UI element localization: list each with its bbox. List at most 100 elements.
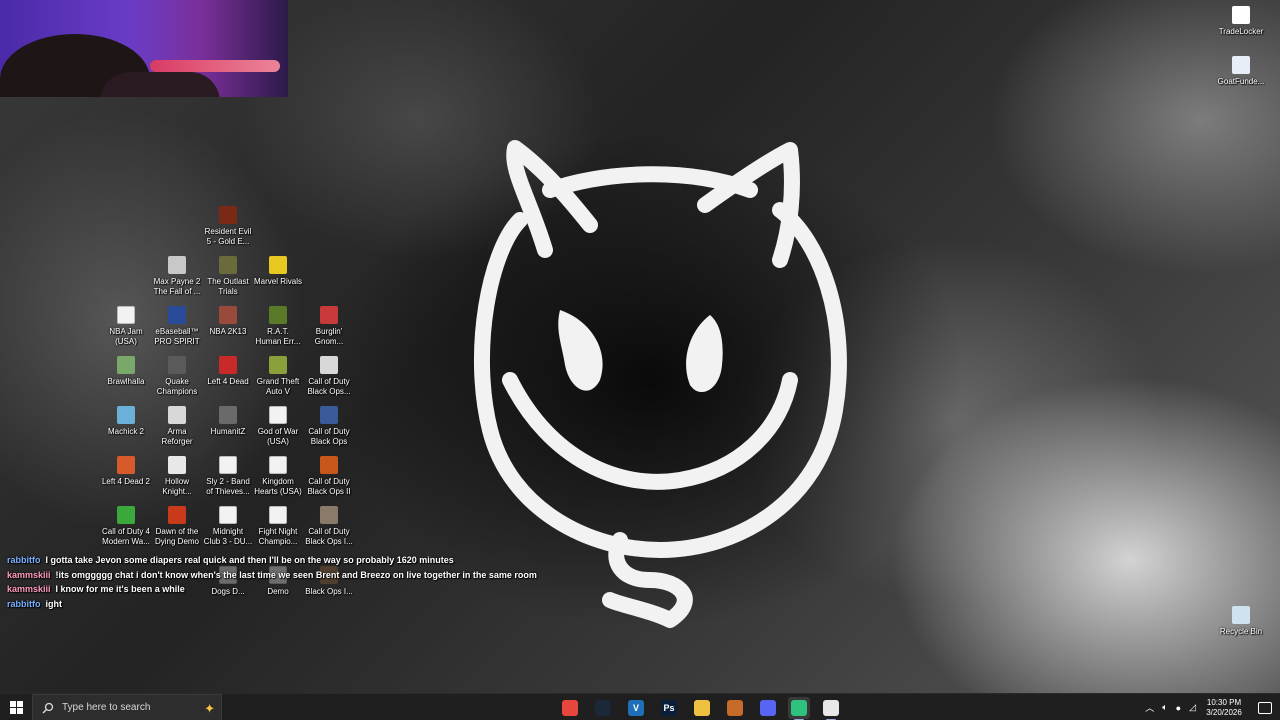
desktop-icon-label: Kingdom Hearts (USA) <box>254 477 302 496</box>
start-button[interactable] <box>0 694 32 720</box>
system-tray: ︿ 🔈︎ ● ◿ 10:30 PM 3/20/2026 <box>1145 694 1280 720</box>
stream-chat-overlay: rabbitfo I gotta take Jevon some diapers … <box>7 554 547 612</box>
taskbar-search-box[interactable]: Type here to search ✦ <box>32 694 222 720</box>
gta-icon <box>269 356 287 374</box>
file-icon <box>219 506 237 524</box>
desktop-icon-label: Grand Theft Auto V <box>256 377 300 396</box>
desktop-icon-cod-black-ops-ii[interactable]: Call of Duty Black Ops II <box>304 456 354 497</box>
desktop-icon-label: HumanitZ <box>210 427 246 436</box>
desktop-icon-left4dead[interactable]: Left 4 Dead <box>203 356 253 387</box>
desktop-icon-label: eBaseball™ PRO SPIRIT <box>154 327 200 346</box>
webcam-overlay <box>0 0 288 97</box>
file-icon <box>219 456 237 474</box>
chat-username: kammskiii <box>7 569 51 580</box>
file-icon <box>117 306 135 324</box>
chat-text: I gotta take Jevon some diapers real qui… <box>45 555 454 565</box>
desktop-icon-resident-evil[interactable]: Resident Evil 5 - Gold E... <box>203 206 253 247</box>
desktop-icon-outlast[interactable]: The Outlast Trials <box>203 256 253 297</box>
desktop-icon-midnight-club[interactable]: Midnight Club 3 - DU... <box>203 506 253 547</box>
taskbar-app-discord[interactable] <box>757 697 779 719</box>
desktop-icon-label: Fight Night Champio... <box>258 527 298 546</box>
vscode-icon: V <box>628 700 644 716</box>
desktop-icon-max-payne[interactable]: Max Payne 2 The Fall of ... <box>152 256 202 297</box>
chat-username: rabbitfo <box>7 598 41 609</box>
hollow-knight-icon <box>168 456 186 474</box>
desktop-icon-dawn-of-the-dying[interactable]: Dawn of the Dying Demo <box>152 506 202 547</box>
taskbar-app-launcher[interactable] <box>724 697 746 719</box>
desktop-icon-tradelocker[interactable]: TradeLocker <box>1216 6 1266 37</box>
resident-evil-icon <box>219 206 237 224</box>
taskbar-app-photoshop[interactable]: Ps <box>658 697 680 719</box>
desktop-icon-nba-jam[interactable]: NBA Jam (USA) <box>101 306 151 347</box>
arma-icon <box>168 406 186 424</box>
desktop-icon-cod-black-ops-iii[interactable]: Call of Duty Black Ops I... <box>304 506 354 547</box>
notification-icon[interactable] <box>1258 701 1272 714</box>
desktop-icon-fight-night[interactable]: Fight Night Champio... <box>253 506 303 547</box>
desktop-icon-marvel-rivals[interactable]: Marvel Rivals <box>253 256 303 287</box>
humanitz-icon <box>219 406 237 424</box>
chevron-up-icon[interactable]: ︿ <box>1145 701 1154 714</box>
cod-icon <box>320 356 338 374</box>
desktop-icon-cod-black-ops[interactable]: Call of Duty Black Ops <box>304 406 354 447</box>
desktop-icon-label: NBA Jam (USA) <box>109 327 143 346</box>
desktop-icon-kingdom-hearts[interactable]: Kingdom Hearts (USA) <box>253 456 303 497</box>
recycle-bin-icon <box>1232 606 1250 624</box>
desktop-icon-rat[interactable]: R.A.T. Human Err... <box>253 306 303 347</box>
desktop-icon-label: Marvel Rivals <box>253 277 302 286</box>
taskbar-app-steam[interactable] <box>592 697 614 719</box>
desktop-icon-god-of-war[interactable]: God of War (USA) <box>253 406 303 447</box>
windows-logo-icon <box>9 701 23 714</box>
desktop-icon-label: God of War (USA) <box>257 427 299 446</box>
speaker-icon[interactable]: 🔈︎ <box>1162 702 1167 713</box>
desktop-icon-ebaseball[interactable]: eBaseball™ PRO SPIRIT <box>152 306 202 347</box>
chat-username: kammskiii <box>7 584 51 594</box>
taskbar: Type here to search ✦ V Ps ︿ 🔈︎ ● ◿ 10:3… <box>0 693 1280 720</box>
taskbar-app-chrome[interactable] <box>559 697 581 719</box>
desktop-icon-nba2k13[interactable]: NBA 2K13 <box>203 306 253 337</box>
desktop-icon-label: Dawn of the Dying Demo <box>154 527 199 546</box>
streamer-shoulders <box>100 72 220 97</box>
desktop-icon-label: Call of Duty 4 Modern Wa... <box>101 527 151 546</box>
desktop-icon-label: Hollow Knight... <box>162 477 192 496</box>
taskbar-app-vscode[interactable]: V <box>625 697 647 719</box>
desktop-icon-label: Recycle Bin <box>1219 627 1263 636</box>
desktop-icon-brawlhalla[interactable]: Brawlhalla <box>101 356 151 387</box>
steam-icon <box>595 700 611 716</box>
desktop-icon-hollow-knight[interactable]: Hollow Knight... <box>152 456 202 497</box>
desktop-icon-machick[interactable]: Machick 2 <box>101 406 151 437</box>
desktop-icon-label: NBA 2K13 <box>209 327 247 336</box>
discord-icon <box>760 700 776 716</box>
desktop-icon-quake[interactable]: Quake Champions <box>152 356 202 397</box>
desktop-icon-burglin[interactable]: Burglin' Gnom... <box>304 306 354 347</box>
network-icon[interactable]: ◿ <box>1189 702 1196 713</box>
microphone-icon[interactable]: ● <box>1176 703 1181 713</box>
photoshop-icon: Ps <box>661 700 677 716</box>
taskbar-app-window[interactable] <box>820 697 842 720</box>
game-launcher-icon <box>727 700 743 716</box>
ebaseball-icon <box>168 306 186 324</box>
desktop-icon-label: Call of Duty Black Ops <box>308 427 350 446</box>
desktop-icon-recycle-bin[interactable]: Recycle Bin <box>1216 606 1266 637</box>
chat-message: rabbitfo ight <box>7 598 547 611</box>
desktop-icon-gta[interactable]: Grand Theft Auto V <box>253 356 303 397</box>
left4dead-icon <box>219 356 237 374</box>
taskbar-clock[interactable]: 10:30 PM 3/20/2026 <box>1204 698 1244 718</box>
taskbar-app-green[interactable] <box>788 697 810 720</box>
chat-message: kammskiii !its omggggg chat i don't know … <box>7 569 547 582</box>
desktop-icon-left4dead2[interactable]: Left 4 Dead 2 <box>101 456 151 487</box>
desktop-icon-goatfunded[interactable]: GoatFunde... <box>1216 56 1266 87</box>
desktop-icon-cod4[interactable]: Call of Duty 4 Modern Wa... <box>101 506 151 547</box>
desktop-icon-label: Left 4 Dead 2 <box>101 477 151 486</box>
file-icon <box>269 406 287 424</box>
cod4-icon <box>117 506 135 524</box>
desktop-icon-humanitz[interactable]: HumanitZ <box>203 406 253 437</box>
file-explorer-icon <box>694 700 710 716</box>
window-app-icon <box>823 700 839 716</box>
desktop-icon-label: Brawlhalla <box>107 377 145 386</box>
taskbar-app-file-explorer[interactable] <box>691 697 713 719</box>
desktop-icon-label: Left 4 Dead <box>207 377 249 386</box>
desktop-icon-sly2[interactable]: Sly 2 - Band of Thieves... <box>203 456 253 497</box>
desktop-icon-arma[interactable]: Arma Reforger <box>152 406 202 447</box>
desktop-icon-label: Midnight Club 3 - DU... <box>203 527 253 546</box>
desktop-icon-cod-black-ops-a[interactable]: Call of Duty Black Ops... <box>304 356 354 397</box>
